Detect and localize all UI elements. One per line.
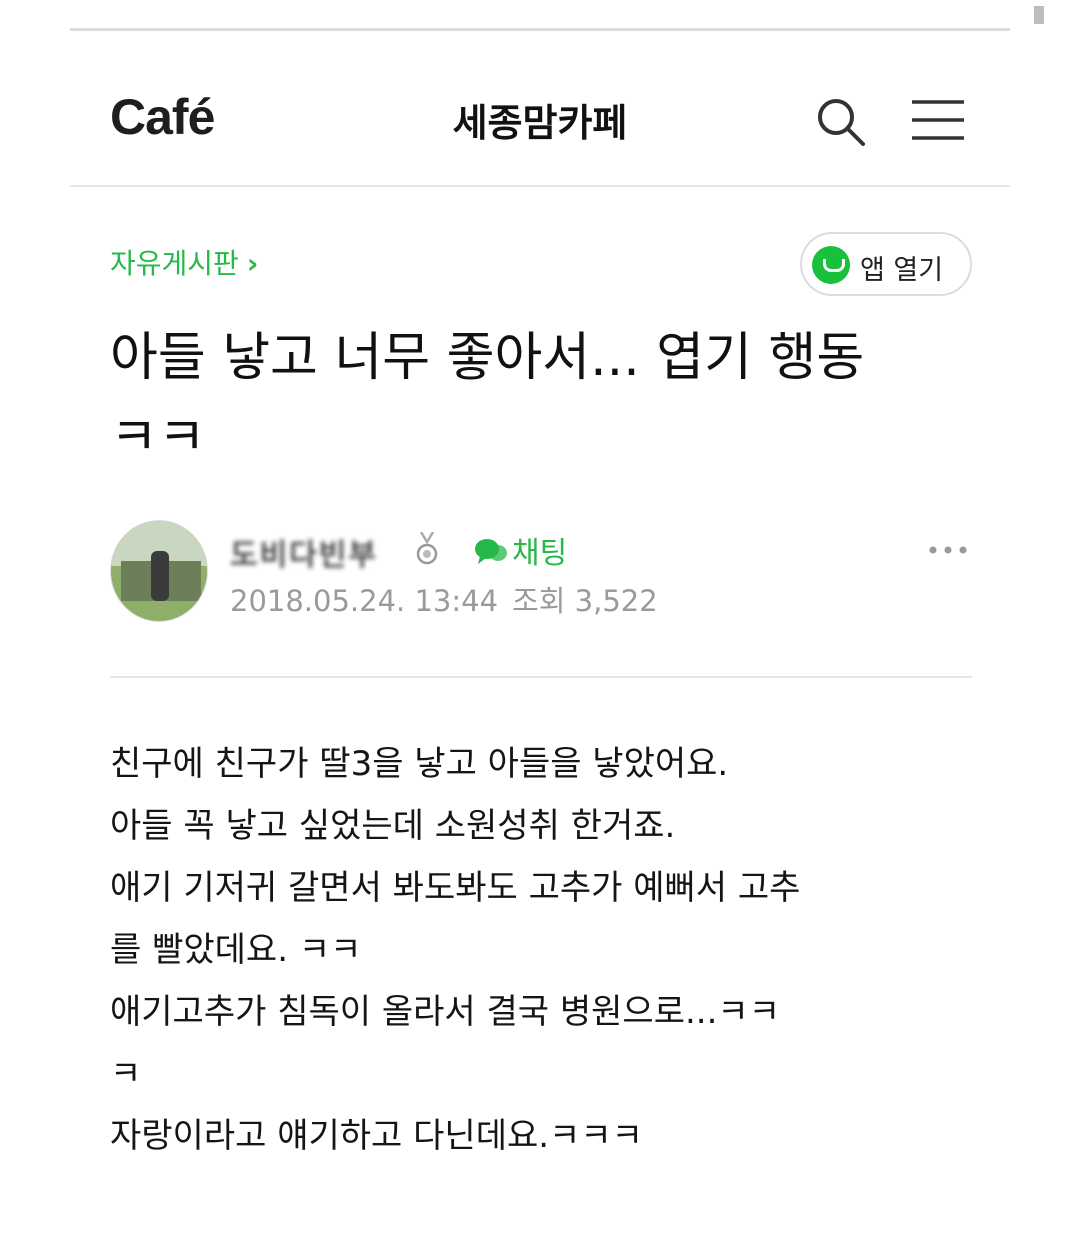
- body-line: 애기 기저귀 갈면서 봐도봐도 고추가 예뻐서 고추: [110, 868, 801, 908]
- post-title-line: 아들 낳고 너무 좋아서... 엽기 행동: [110, 328, 865, 388]
- post-title: 아들 낳고 너무 좋아서... 엽기 행동 ㅋㅋ: [110, 318, 990, 478]
- open-app-button[interactable]: 앱 열기: [800, 232, 972, 296]
- content-divider: [110, 676, 972, 678]
- top-divider: [70, 28, 1010, 31]
- post-body: 친구에 친구가 딸3을 낳고 아들을 낳았어요. 아들 꼭 낳고 싶었는데 소원…: [110, 733, 990, 1167]
- search-icon[interactable]: [815, 96, 867, 148]
- scroll-indicator: [1034, 6, 1044, 24]
- cafe-name[interactable]: 세종맘카페: [70, 92, 1010, 147]
- board-breadcrumb[interactable]: 자유게시판 ›: [110, 242, 258, 282]
- header-divider: [70, 185, 1010, 187]
- cafe-app-icon: [812, 246, 850, 284]
- medal-icon: [416, 532, 438, 565]
- hamburger-menu-icon[interactable]: [910, 98, 966, 142]
- post-meta: 2018.05.24. 13:44 조회 3,522: [230, 578, 658, 620]
- body-line: 를 빨았데요. ㅋㅋ: [110, 930, 362, 970]
- author-nickname[interactable]: 도비다빈부: [230, 530, 410, 573]
- chat-button[interactable]: 채팅: [474, 528, 567, 572]
- chat-label: 채팅: [512, 536, 568, 571]
- author-avatar[interactable]: [110, 520, 208, 622]
- chat-bubble-icon: [475, 539, 507, 564]
- body-line: 친구에 친구가 딸3을 낳고 아들을 낳았어요.: [110, 744, 729, 784]
- views-label: 조회: [512, 584, 566, 618]
- views-count: 3,522: [574, 584, 658, 618]
- board-name: 자유게시판: [110, 247, 239, 280]
- more-options-icon[interactable]: [928, 544, 968, 556]
- chevron-right-icon: ›: [246, 247, 259, 280]
- body-line: 아들 꼭 낳고 싶었는데 소원성취 한거죠.: [110, 806, 676, 846]
- body-line: 자랑이라고 얘기하고 다닌데요.ㅋㅋㅋ: [110, 1116, 643, 1156]
- post-title-line: ㅋㅋ: [110, 408, 206, 468]
- post-date: 2018.05.24. 13:44: [230, 584, 499, 618]
- body-line: 애기고추가 침독이 올라서 결국 병원으로...ㅋㅋ: [110, 992, 780, 1032]
- body-line: ㅋ: [110, 1054, 142, 1094]
- open-app-label: 앱 열기: [860, 255, 944, 286]
- app-header: Café 세종맘카페: [70, 60, 1010, 185]
